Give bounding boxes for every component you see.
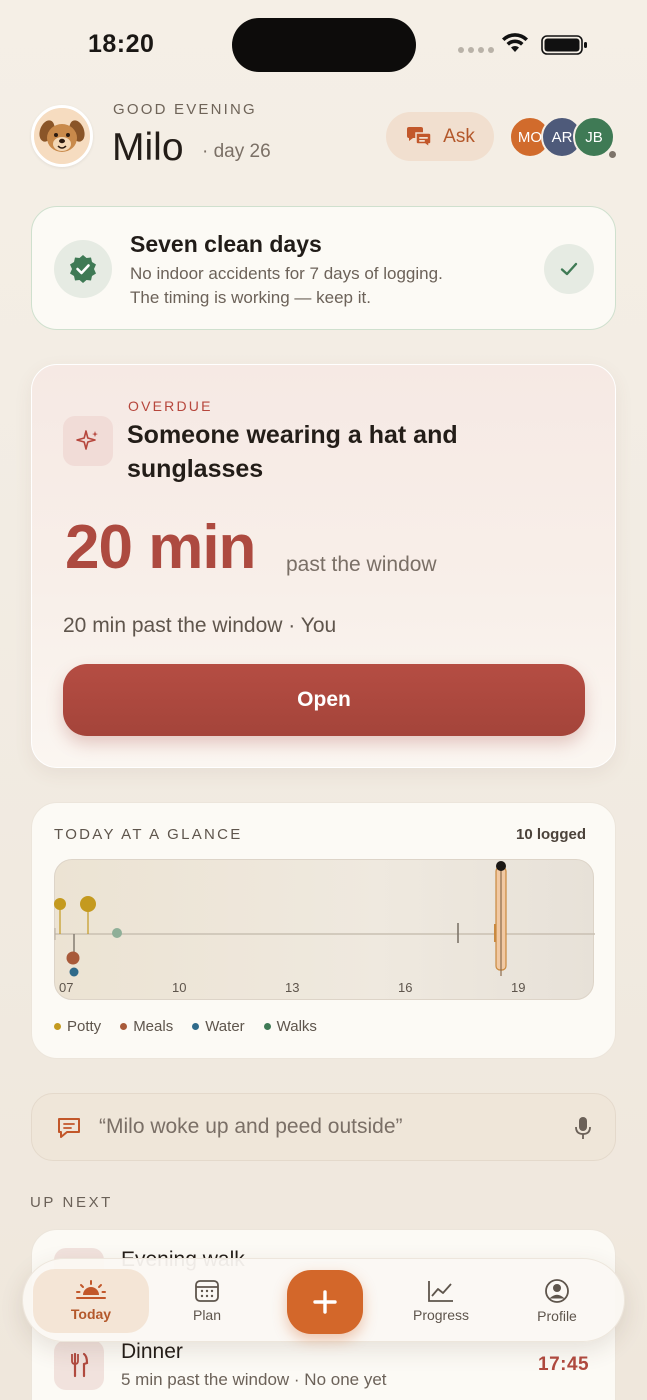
tab-label: Today [70, 1306, 112, 1322]
tab-today[interactable]: Today [33, 1269, 149, 1333]
user-circle-icon [545, 1279, 569, 1303]
legend-dot [192, 1023, 200, 1030]
signal-icon [458, 47, 494, 53]
now-dot [496, 861, 506, 871]
glance-card[interactable]: TODAY AT A GLANCE 10 logged 07 10 13 16 … [31, 802, 616, 1059]
sparkle-icon [63, 416, 113, 466]
quick-log-input[interactable]: “Milo woke up and peed outside” [31, 1093, 616, 1161]
tick-label: 10 [172, 980, 186, 995]
day-timeline[interactable]: 07 10 13 16 19 [54, 859, 595, 1000]
overdue-label: OVERDUE [128, 398, 213, 414]
chat-bubbles-icon [407, 126, 432, 148]
tab-bar: Today Plan Progress Profile [22, 1258, 625, 1342]
greeting: GOOD EVENING [113, 101, 257, 118]
legend-label: Walks [276, 1018, 317, 1035]
battery-icon [541, 34, 589, 61]
microphone-icon[interactable] [574, 1116, 592, 1140]
legend-item-potty: Potty [54, 1018, 101, 1035]
legend-dot [54, 1023, 61, 1030]
tab-label: Profile [537, 1308, 577, 1324]
tick-label: 07 [59, 980, 73, 995]
utensils-icon [54, 1340, 104, 1390]
overdue-amount: 20 min [65, 513, 256, 582]
presence-dot [608, 150, 617, 159]
glance-title: TODAY AT A GLANCE [54, 826, 243, 843]
legend-dot [120, 1023, 128, 1030]
list-item-time: 17:45 [538, 1354, 590, 1375]
streak-line: No indoor accidents for 7 days of loggin… [130, 264, 443, 283]
streak-card[interactable]: Seven clean days No indoor accidents for… [31, 206, 616, 330]
timeline-legend: Potty Meals Water Walks [54, 1018, 317, 1035]
potty-marker [80, 896, 96, 912]
overdue-subtitle: 20 min past the window · You [63, 614, 337, 637]
check-icon[interactable] [544, 244, 594, 294]
tick-label: 16 [398, 980, 412, 995]
legend-dot [263, 1023, 271, 1030]
tab-progress[interactable]: Progress [383, 1269, 499, 1333]
streak-line: The timing is working — keep it. [130, 288, 371, 307]
streak-title: Seven clean days [130, 231, 322, 257]
day-count: · day 26 [202, 141, 271, 162]
quick-log-placeholder: “Milo woke up and peed outside” [99, 1115, 403, 1138]
badge-check-icon [54, 240, 112, 298]
potty-marker [54, 898, 66, 910]
tick-label: 13 [285, 980, 299, 995]
ask-button[interactable]: Ask [386, 112, 494, 161]
tab-label: Plan [192, 1307, 222, 1323]
status-time: 18:20 [88, 30, 155, 58]
dog-face-icon [34, 108, 90, 164]
list-item-subtitle: 5 min past the window · No one yet [121, 1370, 387, 1389]
up-next-heading: UP NEXT [30, 1194, 113, 1211]
tick-label: 19 [511, 980, 525, 995]
water-marker [69, 967, 79, 977]
legend-item-water: Water [192, 1018, 245, 1035]
open-button[interactable]: Open [63, 664, 585, 736]
tab-profile[interactable]: Profile [499, 1269, 615, 1333]
dog-avatar[interactable] [31, 105, 93, 167]
walk-marker [112, 928, 122, 938]
wifi-icon [500, 32, 530, 59]
list-item-title[interactable]: Dinner [121, 1340, 183, 1364]
legend-item-meals: Meals [120, 1018, 173, 1035]
family-members[interactable]: MO AR JB [509, 116, 617, 158]
ask-label: Ask [443, 125, 475, 147]
dynamic-island [232, 18, 416, 72]
overdue-title: Someone wearing a hat and sunglasses [127, 421, 458, 483]
overdue-amount-unit: past the window [286, 553, 437, 576]
legend-item-walks: Walks [263, 1018, 317, 1035]
calendar-icon [195, 1280, 219, 1302]
plus-icon [313, 1290, 337, 1314]
legend-label: Water [205, 1018, 245, 1035]
message-icon [58, 1118, 80, 1138]
logged-count: 10 logged [516, 826, 587, 843]
streak-description: No indoor accidents for 7 days of loggin… [130, 262, 443, 310]
tab-label: Progress [412, 1307, 470, 1323]
add-button[interactable] [287, 1270, 363, 1334]
sunrise-icon [76, 1280, 106, 1299]
overdue-card[interactable]: OVERDUE Someone wearing a hat and sungla… [31, 364, 616, 768]
dog-name: Milo [112, 126, 184, 169]
legend-label: Potty [67, 1018, 102, 1035]
meal-marker [66, 951, 80, 965]
chart-line-icon [428, 1281, 453, 1302]
tab-plan[interactable]: Plan [149, 1269, 265, 1333]
legend-label: Meals [133, 1018, 174, 1035]
timeline-chart: 07 10 13 16 19 [54, 861, 595, 995]
